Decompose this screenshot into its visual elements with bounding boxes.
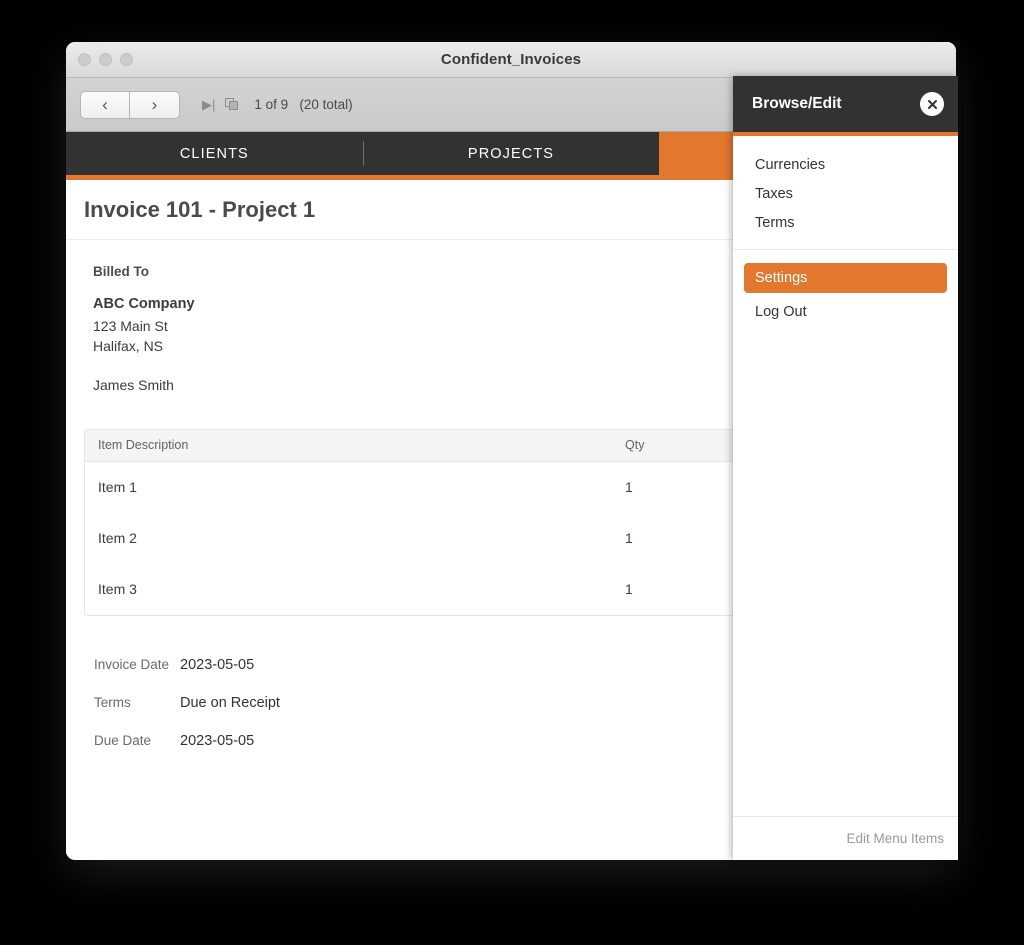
panel-header: Browse/Edit xyxy=(733,76,958,136)
meta-label: Due Date xyxy=(94,733,152,749)
menu-item-taxes[interactable]: Taxes xyxy=(733,179,958,208)
browse-edit-panel: Browse/Edit Currencies Taxes Terms Setti… xyxy=(733,76,958,860)
menu-item-currencies[interactable]: Currencies xyxy=(733,150,958,179)
column-header-qty: Qty xyxy=(625,438,645,453)
cell-qty: 1 xyxy=(625,530,633,547)
cell-qty: 1 xyxy=(625,479,633,496)
cell-qty: 1 xyxy=(625,581,633,598)
maximize-window-button[interactable] xyxy=(120,53,133,66)
tab-clients[interactable]: CLIENTS xyxy=(66,132,363,175)
column-header-description: Item Description xyxy=(98,438,189,453)
record-nav-group: ‹ › xyxy=(80,90,180,119)
cell-description: Item 1 xyxy=(98,479,137,496)
record-counter: 1 of 9 (20 total) xyxy=(254,97,353,112)
menu-item-settings[interactable]: Settings xyxy=(744,263,947,293)
traffic-light-group xyxy=(78,42,133,77)
meta-value[interactable]: 2023-05-05 xyxy=(180,657,254,673)
close-icon[interactable] xyxy=(920,92,944,116)
meta-label: Terms xyxy=(94,695,131,711)
edit-menu-items-link[interactable]: Edit Menu Items xyxy=(846,831,944,846)
screen-backdrop: Confident_Invoices ‹ › ▶| 1 of 9 (20 tot… xyxy=(0,0,1024,945)
panel-menu-group-lower: Settings Log Out xyxy=(733,263,958,338)
cell-description: Item 3 xyxy=(98,581,137,598)
meta-value[interactable]: 2023-05-05 xyxy=(180,733,254,749)
menu-item-log-out[interactable]: Log Out xyxy=(733,297,958,326)
menu-divider xyxy=(733,249,958,250)
cell-description: Item 2 xyxy=(98,530,137,547)
next-record-button[interactable]: › xyxy=(130,90,180,119)
toolbar-icon-group: ▶| xyxy=(202,98,240,111)
minimize-window-button[interactable] xyxy=(99,53,112,66)
window-titlebar: Confident_Invoices xyxy=(66,42,956,78)
page-title: Invoice 101 - Project 1 xyxy=(84,196,316,222)
last-record-icon[interactable]: ▶| xyxy=(202,98,215,111)
window-title: Confident_Invoices xyxy=(440,51,582,68)
record-stack-icon[interactable] xyxy=(225,98,240,111)
meta-value[interactable]: Due on Receipt xyxy=(180,695,280,711)
meta-label: Invoice Date xyxy=(94,657,170,673)
panel-title: Browse/Edit xyxy=(752,95,842,112)
menu-item-terms[interactable]: Terms xyxy=(733,208,958,237)
panel-menu: Currencies Taxes Terms Settings Log Out xyxy=(733,136,958,816)
close-window-button[interactable] xyxy=(78,53,91,66)
panel-menu-group-upper: Currencies Taxes Terms xyxy=(733,150,958,249)
tab-projects[interactable]: PROJECTS xyxy=(362,132,660,175)
panel-footer: Edit Menu Items xyxy=(733,816,958,860)
previous-record-button[interactable]: ‹ xyxy=(80,90,130,119)
